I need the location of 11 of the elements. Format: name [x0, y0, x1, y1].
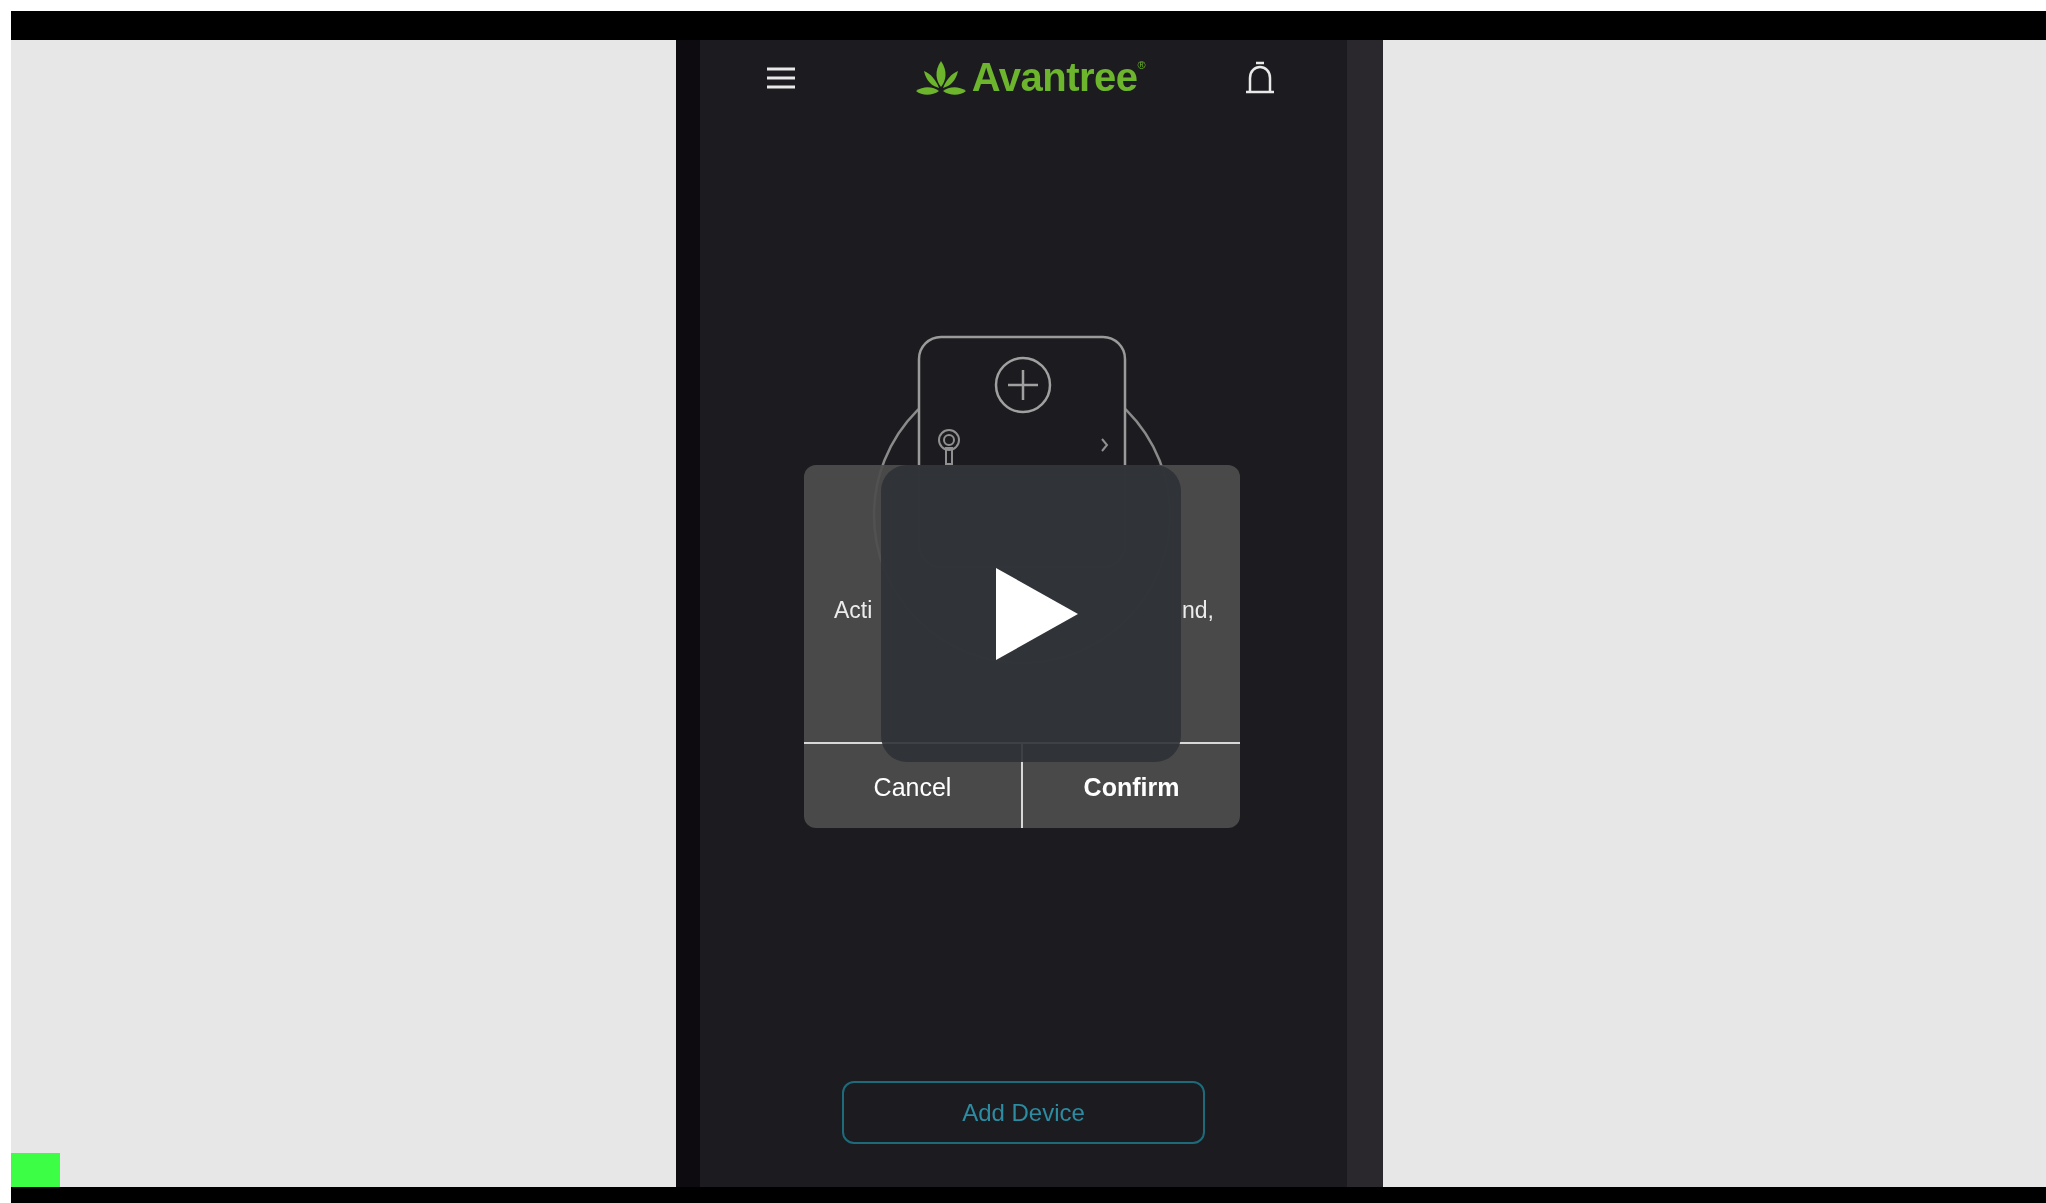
dialog-message-fragment: nd, [1182, 596, 1214, 625]
play-icon [996, 567, 1078, 660]
logo-text: Avantree$^{®}$ [971, 55, 1146, 100]
corner-marker [11, 1153, 60, 1187]
cancel-button[interactable]: Cancel [804, 766, 1021, 828]
play-button[interactable] [881, 465, 1181, 762]
add-device-button[interactable]: Add Device [842, 1081, 1205, 1144]
dialog-message-fragment: Acti [834, 596, 873, 625]
confirm-button[interactable]: Confirm [1023, 766, 1240, 828]
menu-icon[interactable] [766, 65, 796, 90]
bell-icon[interactable] [1245, 60, 1275, 95]
